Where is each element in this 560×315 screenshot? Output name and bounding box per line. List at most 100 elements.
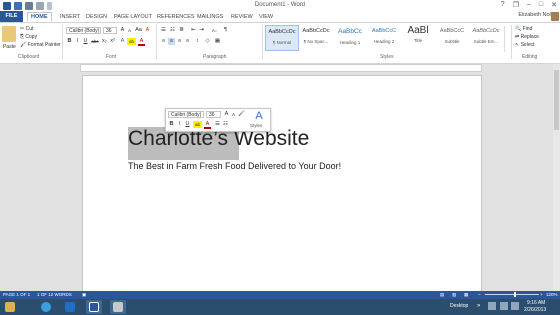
tab-file[interactable]: FILE [0,11,23,22]
clock-time[interactable]: 9:16 AM [527,300,545,306]
desktop-toolbar[interactable]: Desktop [450,303,468,309]
document-page[interactable] [82,75,482,297]
mini-shrink-font-button[interactable]: A [230,111,237,118]
line-spacing-icon[interactable]: ↕ [194,38,201,45]
replace-button[interactable]: ⇄ Replace [515,34,539,40]
style-subtitle[interactable]: AaBbCcC Subtitle [435,25,469,51]
mini-font-color-button[interactable]: A [204,121,211,129]
close-button[interactable]: ✕ [551,1,557,9]
horizontal-ruler[interactable] [80,64,482,72]
mini-font-size-combo[interactable]: 36 [206,111,221,118]
italic-button[interactable]: I [74,38,81,45]
increase-indent-icon[interactable]: ⇥ [198,27,205,34]
tab-references[interactable]: REFERENCES [154,13,198,21]
zoom-in-icon[interactable]: + [540,292,543,297]
tab-design[interactable]: DESIGN [83,13,110,21]
taskbar-outlook[interactable] [62,300,78,314]
print-layout-icon[interactable]: ▥ [452,292,456,298]
bold-button[interactable]: B [66,38,73,45]
mini-italic-button[interactable]: I [176,121,183,128]
align-left-icon[interactable]: ≡ [160,38,167,45]
mini-styles-label[interactable]: Styles [250,123,262,128]
strikethrough-button[interactable]: abc [90,38,100,45]
find-button[interactable]: 🔍 Find [515,26,532,32]
style-heading-1[interactable]: AaBbCc Heading 1 [333,25,367,51]
style-title[interactable]: AaBl Title [401,25,435,51]
grow-font-button[interactable]: A [119,27,126,34]
minimize-button[interactable]: – [527,1,531,9]
numbering-icon[interactable]: ☷ [169,27,176,34]
avatar[interactable] [551,12,559,21]
shading-icon[interactable]: ◇ [204,38,211,45]
subscript-button[interactable]: x₂ [101,38,108,45]
show-formatting-icon[interactable]: ¶ [222,27,229,34]
help-icon[interactable]: ? [501,1,505,9]
start-button[interactable] [2,300,18,314]
tab-review[interactable]: REVIEW [228,13,256,21]
highlight-button[interactable]: ab [127,38,136,45]
align-right-icon[interactable]: ≡ [176,38,183,45]
zoom-level[interactable]: 120% [546,292,558,297]
tab-view[interactable]: VIEW [256,13,276,21]
zoom-slider-thumb[interactable] [514,292,516,297]
word-count[interactable]: 1 OF 12 WORDS [37,292,72,297]
taskbar-word[interactable] [86,300,102,314]
action-center-icon[interactable] [488,302,496,310]
zoom-out-icon[interactable]: – [478,292,481,297]
tab-home[interactable]: HOME [27,12,52,21]
mini-highlight-button[interactable]: ab [193,121,202,128]
style-no-spacing[interactable]: AaBbCcDc ¶ No Spac... [299,25,333,51]
underline-button[interactable]: U [82,38,89,45]
web-layout-icon[interactable]: ▦ [464,292,468,298]
mini-underline-button[interactable]: U [184,121,191,128]
style-subtle-emphasis[interactable]: AaBbCcDc Subtle Em... [469,25,503,51]
mini-grow-font-button[interactable]: A [223,111,230,118]
proofing-icon[interactable]: ▣ [82,292,86,298]
bullets-icon[interactable]: ☰ [160,27,167,34]
styles-gallery-scroll[interactable] [504,26,510,52]
document-subtitle[interactable]: The Best in Farm Fresh Food Delivered to… [128,161,341,171]
mini-font-name-combo[interactable]: Calibri (Body) [168,111,204,118]
borders-icon[interactable]: ▦ [214,38,221,45]
maximize-button[interactable]: □ [539,1,543,9]
superscript-button[interactable]: x² [109,38,116,45]
clock-date[interactable]: 2/26/2013 [524,307,546,313]
volume-icon[interactable] [511,302,519,310]
mini-styles-icon[interactable]: A [252,110,266,122]
zoom-slider[interactable] [485,294,539,295]
network-icon[interactable] [500,302,508,310]
font-color-button[interactable]: A [138,38,145,46]
change-case-button[interactable]: Aa [134,27,143,34]
taskbar-ie[interactable] [38,300,54,314]
tab-insert[interactable]: INSERT [57,13,83,21]
select-button[interactable]: ↖ Select [515,42,535,48]
copy-button[interactable]: ⎘ Copy [20,34,37,40]
multilevel-list-icon[interactable]: ≣ [178,27,185,34]
format-painter-button[interactable]: 🖌 Format Painter [20,42,61,48]
user-name[interactable]: Elizabeth Noll [518,12,552,18]
justify-icon[interactable]: ≡ [184,38,191,45]
scrollbar-thumb[interactable] [554,70,559,130]
mini-numbering-icon[interactable]: ☷ [222,121,229,128]
read-mode-icon[interactable]: ▤ [440,292,444,298]
mini-bold-button[interactable]: B [168,121,175,128]
clear-formatting-button[interactable]: A [144,27,151,34]
decrease-indent-icon[interactable]: ⇤ [190,27,197,34]
ribbon-display-options-icon[interactable]: ❐ [513,1,519,9]
align-center-icon[interactable]: ≡ [168,38,175,45]
paste-button[interactable]: Paste [3,44,16,50]
mini-bullets-icon[interactable]: ☰ [214,121,221,128]
page-count[interactable]: PAGE 1 OF 1 [3,292,30,297]
tab-page-layout[interactable]: PAGE LAYOUT [111,13,155,21]
cut-button[interactable]: ✂ Cut [20,26,33,32]
font-size-combo[interactable]: 36 [103,27,117,34]
font-name-combo[interactable]: Calibri (Body) [66,27,101,34]
shrink-font-button[interactable]: A [126,27,133,34]
taskbar-snipping[interactable] [110,300,126,314]
tab-mailings[interactable]: MAILINGS [194,13,226,21]
tray-arrow-icon[interactable]: » [477,303,480,309]
style-normal[interactable]: AaBbCcDc ¶ Normal [265,25,299,51]
paste-icon[interactable] [2,26,16,42]
style-heading-2[interactable]: AaBbCcC Heading 2 [367,25,401,51]
sort-icon[interactable]: A↓ [210,27,219,34]
